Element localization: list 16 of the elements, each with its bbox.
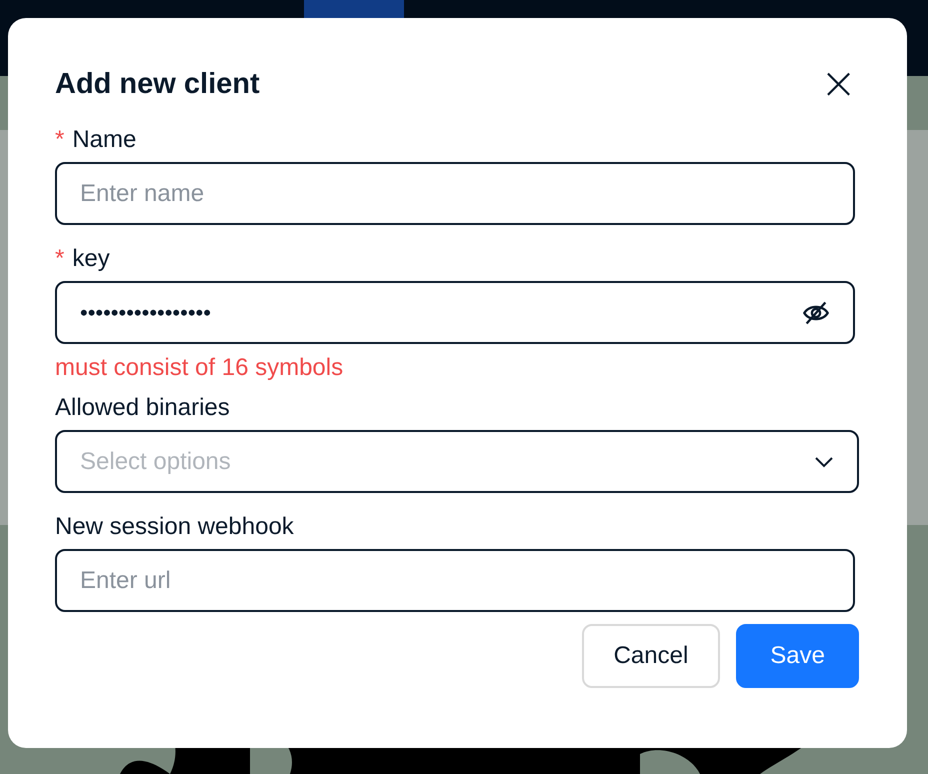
password-dots: ••••••••••••••••• xyxy=(80,300,212,326)
cancel-button[interactable]: Cancel xyxy=(582,624,720,688)
select-placeholder: Select options xyxy=(80,448,231,476)
required-asterisk: * xyxy=(55,245,64,273)
input-field[interactable]: Enter name xyxy=(55,162,855,225)
dialog-title: Add new client xyxy=(55,68,260,100)
close-button[interactable]: × xyxy=(820,64,857,104)
input-field[interactable]: Enter url xyxy=(55,549,855,612)
error-message: must consist of 16 symbols xyxy=(55,354,344,382)
field-label: key xyxy=(72,245,110,273)
required-asterisk: * xyxy=(55,126,64,154)
field-label: Allowed binaries xyxy=(55,394,230,422)
field-label: Name xyxy=(72,126,136,154)
password-field[interactable]: ••••••••••••••••• xyxy=(55,281,855,344)
save-button[interactable]: Save xyxy=(736,624,859,688)
field-label: New session webhook xyxy=(55,513,294,541)
